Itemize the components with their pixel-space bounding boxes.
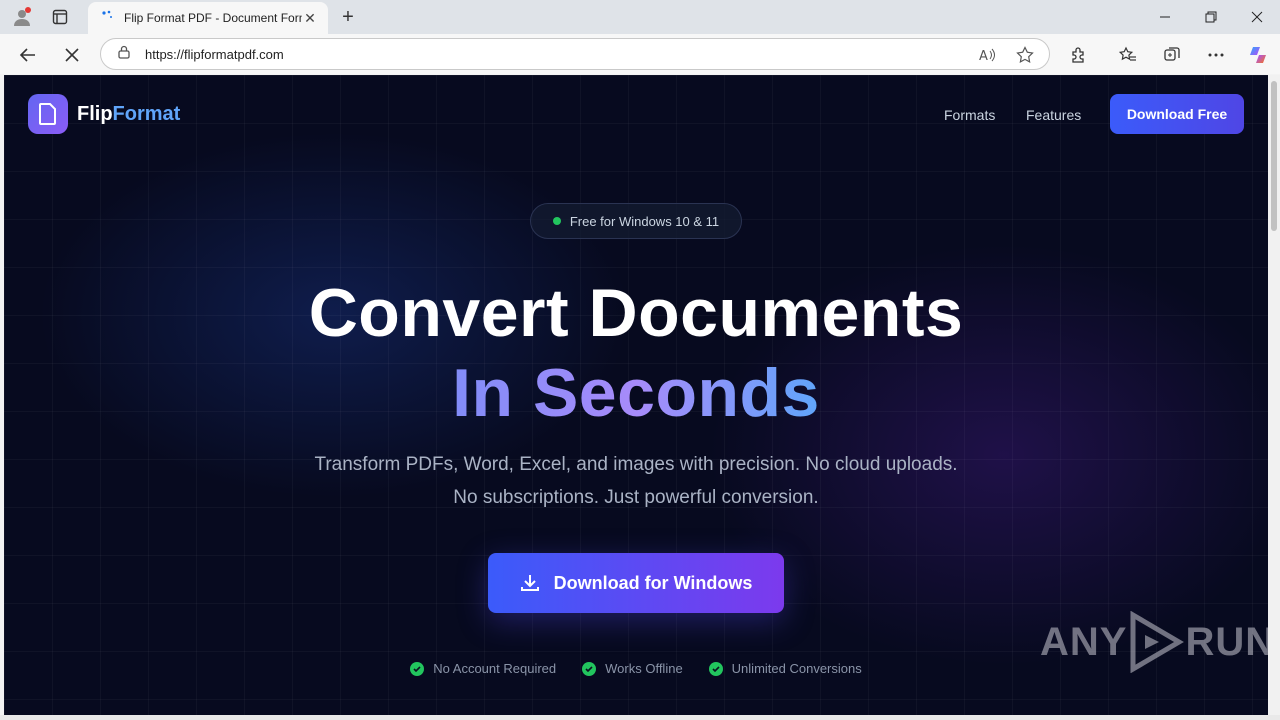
feature-item: No Account Required (410, 661, 556, 676)
logo-text-format: Format (112, 102, 181, 125)
lock-icon[interactable] (117, 45, 131, 64)
watermark-text-right: RUN (1185, 619, 1268, 664)
tab-active[interactable]: Flip Format PDF - Document Form ✕ (88, 2, 328, 34)
feature-label: No Account Required (433, 661, 557, 676)
loading-icon (100, 9, 114, 28)
logo-text: FlipFormat (77, 103, 180, 126)
tab-title: Flip Format PDF - Document Form (124, 11, 302, 25)
nav-link-features[interactable]: Features (1026, 107, 1081, 123)
collections-icon[interactable] (1158, 41, 1186, 69)
anyrun-watermark: ANY RUN (1040, 611, 1268, 673)
svg-text:A: A (979, 49, 988, 63)
bottom-edge (0, 715, 1280, 720)
check-icon (410, 661, 425, 676)
nav-link-formats[interactable]: Formats (944, 107, 995, 123)
hero-subtitle-line2: No subscriptions. Just powerful conversi… (453, 487, 819, 508)
copilot-icon[interactable] (1244, 41, 1272, 69)
check-icon (708, 661, 723, 676)
page-viewport: FlipFormat Formats Features Download Fre… (4, 75, 1268, 715)
minimize-icon[interactable] (1142, 4, 1188, 30)
hero-title-gradient: In Seconds (452, 355, 820, 431)
feature-item: Unlimited Conversions (708, 661, 862, 676)
document-icon (28, 94, 68, 134)
read-aloud-icon[interactable]: A (975, 43, 999, 67)
new-tab-icon[interactable]: + (336, 5, 360, 29)
back-icon[interactable] (14, 41, 42, 69)
feature-label: Works Offline (605, 661, 683, 676)
page-scrollbar[interactable] (1268, 75, 1280, 715)
play-logo-icon (1130, 611, 1185, 673)
logo-text-flip: Flip (77, 102, 113, 125)
feature-item: Works Offline (582, 661, 683, 676)
check-icon (582, 661, 597, 676)
watermark-text-left: ANY (1040, 619, 1128, 664)
browser-toolbar: https://flipformatpdf.com A (0, 34, 1280, 74)
close-window-icon[interactable] (1234, 4, 1280, 30)
hero-subtitle-line1: Transform PDFs, Word, Excel, and images … (314, 454, 958, 475)
tab-close-icon[interactable]: ✕ (302, 10, 318, 26)
platform-badge: Free for Windows 10 & 11 (530, 203, 742, 239)
scroll-thumb[interactable] (1271, 81, 1277, 231)
download-icon (520, 575, 539, 591)
url-text[interactable]: https://flipformatpdf.com (145, 47, 284, 62)
hero-title-line2: In Seconds (4, 353, 1268, 433)
extensions-icon[interactable] (1065, 41, 1093, 69)
stop-loading-icon[interactable] (58, 41, 86, 69)
feature-label: Unlimited Conversions (731, 661, 862, 676)
status-dot-icon (552, 217, 561, 225)
more-options-icon[interactable] (1202, 41, 1230, 69)
tab-actions-icon[interactable] (48, 5, 72, 29)
favorite-star-icon[interactable] (1013, 43, 1037, 67)
download-for-windows-label: Download for Windows (553, 572, 753, 593)
download-for-windows-button[interactable]: Download for Windows (488, 553, 784, 613)
hero-title-line1: Convert Documents (308, 275, 964, 351)
favorites-icon[interactable] (1114, 41, 1142, 69)
tab-bar: Flip Format PDF - Document Form ✕ + (0, 0, 1280, 34)
site-logo[interactable]: FlipFormat (28, 94, 180, 134)
badge-text: Free for Windows 10 & 11 (569, 213, 720, 229)
profile-icon[interactable] (10, 5, 34, 29)
address-bar[interactable]: https://flipformatpdf.com A (100, 38, 1050, 70)
restore-icon[interactable] (1188, 4, 1234, 30)
download-free-button[interactable]: Download Free (1110, 94, 1244, 134)
